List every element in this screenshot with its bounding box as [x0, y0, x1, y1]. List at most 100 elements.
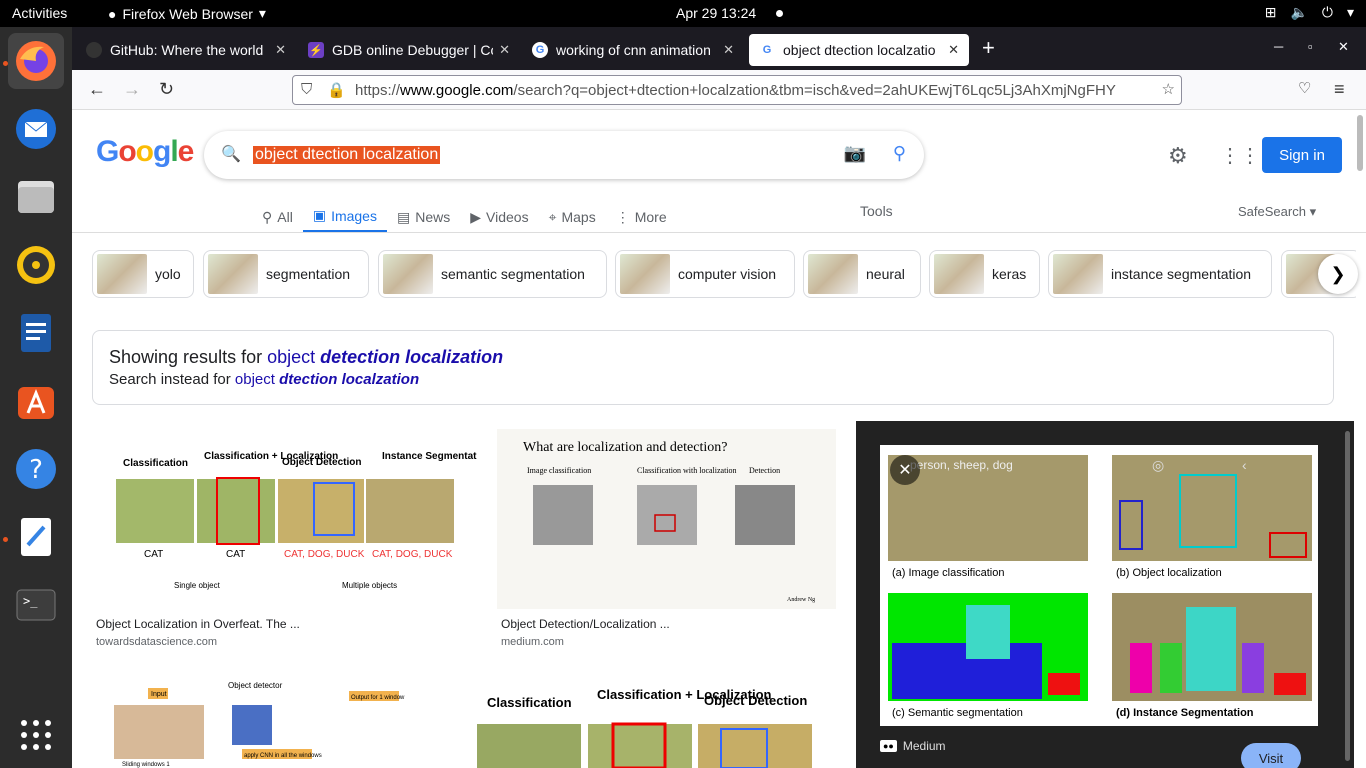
forward-button[interactable]: →: [123, 80, 141, 98]
url-text: https://www.google.com/search?q=object+d…: [355, 81, 1116, 99]
chip-segmentation[interactable]: segmentation: [203, 250, 369, 298]
slide-label: Detection: [749, 466, 780, 475]
thunderbird-launcher[interactable]: [8, 101, 64, 157]
sign-in-button[interactable]: Sign in: [1262, 137, 1342, 173]
result-thumbnail: Input Object detector Output for 1 windo…: [92, 671, 435, 768]
pocket-icon[interactable]: ♡: [1298, 80, 1311, 98]
image-result[interactable]: What are localization and detection? Ima…: [497, 429, 836, 659]
diagram-label: Input: [151, 691, 167, 698]
image-result[interactable]: Classification Classification + Localiza…: [92, 429, 477, 659]
close-preview-button[interactable]: ✕: [890, 455, 920, 485]
activities-button[interactable]: Activities: [12, 5, 67, 21]
help-launcher[interactable]: ?: [8, 441, 64, 497]
google-icon: G: [532, 42, 548, 58]
tab-label: News: [415, 209, 451, 225]
preview-image[interactable]: person, sheep, dog (a) Image classificat…: [880, 445, 1318, 726]
chip-computer-vision[interactable]: computer vision: [615, 250, 795, 298]
dock: ? >_: [0, 27, 72, 768]
google-logo[interactable]: Google: [96, 135, 194, 169]
close-window-button[interactable]: ✕: [1338, 39, 1349, 55]
chip-label: computer vision: [678, 266, 777, 282]
result-thumbnail: Classification Classification + Localiza…: [455, 671, 836, 768]
clock[interactable]: Apr 29 13:24: [676, 5, 756, 21]
tab-label: All: [277, 209, 293, 225]
diagram-label: Object Detection: [704, 693, 807, 708]
chip-thumbnail: [97, 254, 147, 294]
chip-instance-segmentation[interactable]: instance segmentation: [1048, 250, 1272, 298]
help-icon: ?: [16, 449, 56, 489]
tab-images[interactable]: ▣ Images: [302, 201, 387, 233]
writer-launcher[interactable]: [8, 305, 64, 361]
text-editor-launcher[interactable]: [8, 509, 64, 565]
tab-github[interactable]: GitHub: Where the world ✕: [76, 34, 296, 66]
files-launcher[interactable]: [8, 169, 64, 225]
camera-icon[interactable]: 📷: [844, 143, 866, 164]
tab-label: Maps: [561, 209, 596, 225]
text-editor-icon: [21, 518, 51, 556]
chip-yolo[interactable]: yolo: [92, 250, 194, 298]
showing-label: Showing results for: [109, 347, 268, 367]
software-launcher[interactable]: [8, 373, 64, 429]
rhythmbox-launcher[interactable]: [8, 237, 64, 293]
tab-gdb[interactable]: ⚡ GDB online Debugger | Co ✕: [298, 34, 520, 66]
new-tab-button[interactable]: +: [982, 37, 995, 59]
tab-news[interactable]: ▤ News: [387, 201, 460, 233]
system-tray[interactable]: ⊞ 🔈 ⏻ ▾: [1265, 4, 1354, 21]
corrected-query-link[interactable]: object detection localization: [267, 347, 503, 367]
safesearch-button[interactable]: SafeSearch ▾: [1238, 204, 1316, 220]
chip-semantic-segmentation[interactable]: semantic segmentation: [378, 250, 607, 298]
firefox-icon: [16, 41, 56, 81]
terminal-launcher[interactable]: >_: [8, 577, 64, 633]
tab-more[interactable]: ⋮ More: [606, 201, 677, 233]
close-tab-icon[interactable]: ✕: [499, 42, 510, 58]
result-caption: Object Detection/Localization ...: [501, 617, 670, 631]
tab-videos[interactable]: ▶ Videos: [460, 201, 538, 233]
firefox-launcher[interactable]: [8, 33, 64, 89]
back-button[interactable]: ←: [88, 80, 106, 98]
tab-title: working of cnn animation: [556, 42, 711, 58]
original-query-link[interactable]: object dtection localzation: [235, 371, 419, 388]
lens-icon[interactable]: ◎: [1152, 457, 1164, 474]
search-box[interactable]: 🔍 object dtection localzation 📷 ⚲: [204, 131, 924, 179]
volume-icon: 🔈: [1290, 4, 1308, 20]
tab-object-detection[interactable]: G object dtection localzatio ✕: [749, 34, 969, 66]
google-icon: G: [762, 44, 772, 56]
result-thumbnail: Classification Classification + Localiza…: [92, 429, 477, 609]
chevron-left-icon[interactable]: ‹: [1242, 457, 1247, 473]
chip-neural[interactable]: neural: [803, 250, 921, 298]
tab-cnn-animation[interactable]: G working of cnn animation ✕: [522, 34, 744, 66]
reload-button[interactable]: ↻: [159, 80, 174, 98]
maximize-button[interactable]: ▫: [1308, 39, 1313, 54]
close-tab-icon[interactable]: ✕: [948, 42, 959, 58]
preview-source[interactable]: ●● Medium: [880, 739, 946, 753]
preview-scrollbar[interactable]: [1345, 431, 1350, 761]
app-menu[interactable]: ● Firefox Web Browser ▾: [108, 5, 266, 22]
settings-gear-icon[interactable]: ⚙: [1168, 143, 1188, 169]
tab-maps[interactable]: ⌖ Maps: [539, 201, 606, 233]
minimize-button[interactable]: ─: [1274, 39, 1283, 54]
chip-thumbnail: [934, 254, 984, 294]
close-tab-icon[interactable]: ✕: [275, 42, 286, 58]
image-result[interactable]: Input Object detector Output for 1 windo…: [92, 671, 435, 768]
tab-bar: GitHub: Where the world ✕ ⚡ GDB online D…: [72, 27, 1366, 70]
tab-all[interactable]: ⚲ All: [252, 201, 303, 233]
search-icon: ⚲: [262, 208, 273, 225]
diagram-label: CAT, DOG, DUCK: [284, 549, 365, 560]
chevron-right-icon[interactable]: ❯: [1318, 254, 1358, 294]
app-grid-icon: [21, 720, 51, 750]
show-apps-button[interactable]: [8, 707, 64, 763]
menu-icon[interactable]: ≡: [1334, 80, 1345, 98]
bookmark-star-icon[interactable]: ☆: [1161, 80, 1175, 98]
chip-keras[interactable]: keras: [929, 250, 1040, 298]
close-tab-icon[interactable]: ✕: [723, 42, 734, 58]
caret-down-icon: ▾: [258, 5, 266, 21]
url-bar[interactable]: ⛉ 🔒 https://www.google.com/search?q=obje…: [292, 75, 1182, 105]
lock-icon[interactable]: 🔒: [327, 81, 346, 99]
image-result[interactable]: Classification Classification + Localiza…: [455, 671, 836, 768]
tracking-shield-icon[interactable]: ⛉: [301, 81, 312, 98]
visit-button[interactable]: Visit: [1241, 743, 1301, 768]
search-input[interactable]: object dtection localzation: [253, 146, 441, 164]
search-button[interactable]: ⚲: [893, 143, 906, 164]
page-scrollbar[interactable]: [1357, 115, 1363, 171]
tools-button[interactable]: Tools: [860, 203, 893, 219]
